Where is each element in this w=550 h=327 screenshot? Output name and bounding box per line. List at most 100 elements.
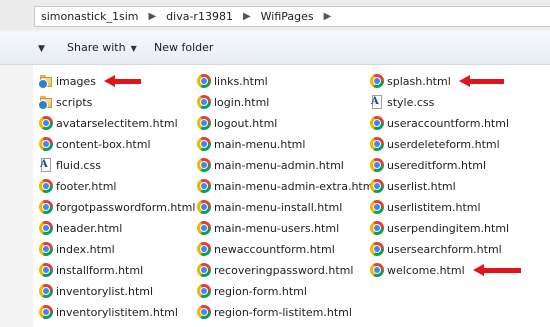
file-item[interactable]: userlist.html: [370, 177, 456, 195]
share-with-button[interactable]: Share with ▼: [67, 41, 137, 54]
file-item[interactable]: footer.html: [39, 177, 116, 195]
file-item[interactable]: newaccountform.html: [197, 240, 335, 258]
organize-dropdown-icon[interactable]: ▼: [38, 44, 45, 54]
breadcrumb-item[interactable]: WifiPages: [255, 10, 320, 23]
file-item[interactable]: installform.html: [39, 261, 143, 279]
chrome-html-icon: [197, 263, 211, 277]
file-item[interactable]: inventorylistitem.html: [39, 303, 178, 321]
new-folder-button[interactable]: New folder: [154, 41, 213, 54]
file-item[interactable]: welcome.html: [370, 261, 465, 279]
breadcrumb-separator-icon[interactable]: ▶: [239, 11, 255, 22]
file-item[interactable]: main-menu-admin.html: [197, 156, 344, 174]
file-item[interactable]: main-menu-users.html: [197, 219, 339, 237]
file-item[interactable]: header.html: [39, 219, 122, 237]
chrome-html-icon: [370, 74, 384, 88]
file-name: recoveringpassword.html: [214, 263, 354, 277]
file-name: header.html: [56, 221, 123, 235]
folder-icon: [38, 74, 53, 89]
chrome-html-icon: [39, 200, 53, 214]
folder-icon: [38, 95, 53, 110]
chrome-html-icon: [197, 95, 211, 109]
chrome-html-icon: [39, 221, 53, 235]
file-item[interactable]: content-box.html: [39, 135, 151, 153]
file-item[interactable]: main-menu.html: [197, 135, 305, 153]
breadcrumb-item[interactable]: diva-r13981: [160, 10, 239, 23]
file-name: login.html: [214, 95, 270, 109]
file-item[interactable]: scripts: [38, 93, 92, 111]
chevron-down-icon: ▼: [130, 44, 137, 53]
chrome-html-icon: [197, 116, 211, 130]
file-name: usersearchform.html: [387, 242, 502, 256]
file-name: avatarselectitem.html: [56, 116, 178, 130]
file-item[interactable]: splash.html: [370, 72, 451, 90]
file-name: fluid.css: [56, 158, 101, 172]
file-name: usereditform.html: [387, 158, 487, 172]
file-item[interactable]: index.html: [39, 240, 115, 258]
file-item[interactable]: usereditform.html: [370, 156, 486, 174]
breadcrumb-separator-icon[interactable]: ▶: [320, 11, 336, 22]
chrome-html-icon: [370, 242, 384, 256]
chrome-html-icon: [39, 116, 53, 130]
chrome-html-icon: [197, 158, 211, 172]
file-name: welcome.html: [387, 263, 465, 277]
chrome-html-icon: [197, 200, 211, 214]
file-item[interactable]: style.css: [370, 93, 434, 111]
file-name: main-menu-install.html: [214, 200, 343, 214]
breadcrumb-item[interactable]: simonastick_1sim: [35, 10, 144, 23]
file-item[interactable]: region-form.html: [197, 282, 307, 300]
chrome-html-icon: [197, 74, 211, 88]
file-name: main-menu.html: [214, 137, 306, 151]
file-item[interactable]: fluid.css: [39, 156, 101, 174]
file-item[interactable]: login.html: [197, 93, 269, 111]
file-item[interactable]: userlistitem.html: [370, 198, 481, 216]
file-item[interactable]: inventorylist.html: [39, 282, 153, 300]
file-item[interactable]: region-form-listitem.html: [197, 303, 352, 321]
red-arrow-icon: [104, 75, 141, 87]
chrome-html-icon: [197, 179, 211, 193]
file-item[interactable]: userdeleteform.html: [370, 135, 500, 153]
red-arrow-icon: [459, 75, 504, 87]
file-name: region-form-listitem.html: [214, 305, 352, 319]
file-item[interactable]: recoveringpassword.html: [197, 261, 353, 279]
file-name: footer.html: [56, 179, 117, 193]
chrome-html-icon: [39, 284, 53, 298]
file-item[interactable]: userpendingitem.html: [370, 219, 509, 237]
file-item[interactable]: avatarselectitem.html: [39, 114, 178, 132]
share-with-label: Share with: [67, 41, 126, 54]
file-name: links.html: [214, 74, 268, 88]
breadcrumb-separator-icon[interactable]: ▶: [144, 11, 160, 22]
chrome-html-icon: [370, 116, 384, 130]
chrome-html-icon: [39, 137, 53, 151]
file-item[interactable]: logout.html: [197, 114, 277, 132]
chrome-html-icon: [370, 263, 384, 277]
file-name: newaccountform.html: [214, 242, 335, 256]
file-item[interactable]: usersearchform.html: [370, 240, 502, 258]
file-item[interactable]: links.html: [197, 72, 268, 90]
file-name: splash.html: [387, 74, 451, 88]
chrome-html-icon: [370, 137, 384, 151]
file-name: userdeleteform.html: [387, 137, 500, 151]
file-name: inventorylist.html: [56, 284, 154, 298]
file-item[interactable]: images: [38, 72, 96, 90]
red-arrow-icon: [473, 264, 521, 276]
file-item[interactable]: main-menu-install.html: [197, 198, 342, 216]
chrome-html-icon: [197, 284, 211, 298]
chrome-html-icon: [370, 221, 384, 235]
css-file-icon: [370, 95, 384, 109]
file-name: userlist.html: [387, 179, 456, 193]
chrome-html-icon: [197, 137, 211, 151]
breadcrumb[interactable]: simonastick_1sim ▶ diva-r13981 ▶ WifiPag…: [34, 6, 550, 27]
chrome-html-icon: [39, 242, 53, 256]
file-name: forgotpasswordform.html: [56, 200, 196, 214]
sync-badge-icon: [38, 100, 48, 110]
file-name: main-menu-admin-extra.html: [214, 179, 377, 193]
chrome-html-icon: [39, 179, 53, 193]
file-item[interactable]: useraccountform.html: [370, 114, 509, 132]
chrome-html-icon: [197, 305, 211, 319]
file-name: main-menu-admin.html: [214, 158, 344, 172]
file-item[interactable]: forgotpasswordform.html: [39, 198, 195, 216]
chrome-html-icon: [39, 263, 53, 277]
command-bar: ▼ Share with ▼ New folder: [0, 32, 550, 65]
chrome-html-icon: [197, 242, 211, 256]
file-item[interactable]: main-menu-admin-extra.html: [197, 177, 377, 195]
